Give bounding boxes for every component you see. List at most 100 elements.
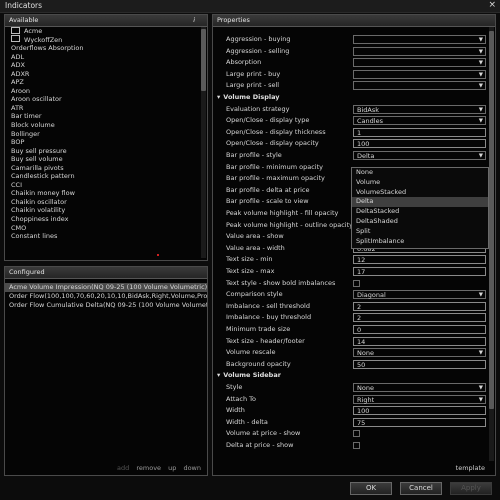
property-select[interactable]: Diagonal ▼ [353, 290, 486, 300]
available-item[interactable]: Choppiness index [7, 215, 199, 224]
chevron-down-icon: ▼ [478, 60, 483, 67]
available-item[interactable]: ADXR [7, 70, 199, 79]
title-bar: Indicators × [0, 0, 500, 13]
property-select[interactable]: ▼ [353, 81, 486, 91]
property-select[interactable]: None ▼ [353, 383, 486, 392]
dropdown-option[interactable]: DeltaShaded [352, 217, 488, 227]
property-input[interactable]: 50 [353, 359, 486, 369]
dropdown-option[interactable]: VolumeStacked [352, 188, 488, 198]
available-item[interactable]: Chaikin money flow [7, 189, 199, 198]
property-input[interactable]: 2 [353, 313, 486, 323]
properties-scrollbar[interactable] [489, 27, 494, 461]
dropdown-option[interactable]: Delta [352, 197, 488, 208]
dropdown-option[interactable]: Volume [352, 178, 488, 188]
up-link[interactable]: up [168, 464, 176, 472]
available-title: Available [9, 16, 39, 24]
dropdown-option[interactable]: SplitImbalance [352, 237, 488, 247]
available-item[interactable]: Buy sell volume [7, 155, 199, 164]
folder-icon [11, 27, 20, 34]
available-item[interactable]: Bar timer [7, 112, 199, 121]
configured-item[interactable]: Order Flow Cumulative Delta(NQ 09-25 (10… [5, 301, 207, 310]
property-input[interactable]: 1 [353, 127, 486, 137]
category-label: Volume Display [217, 93, 279, 101]
property-value: 50 [357, 360, 366, 369]
ok-button[interactable]: OK [350, 482, 392, 495]
info-icon[interactable]: i [193, 16, 195, 24]
property-checkbox[interactable] [353, 442, 360, 449]
property-category[interactable]: Volume Sidebar [213, 370, 483, 382]
property-category[interactable]: Volume Display [213, 92, 483, 104]
available-item[interactable]: CCI [7, 181, 199, 190]
available-header: Available i [5, 15, 207, 27]
window-title: Indicators [5, 1, 43, 10]
bar-profile-style-dropdown[interactable]: None Volume VolumeStacked Delta DeltaStacked… [351, 167, 489, 249]
template-link[interactable]: template [456, 464, 485, 472]
configured-item[interactable]: Order Flow(100,100,70,60,20,10,10,BidAsk… [5, 292, 207, 301]
available-item[interactable]: ADX [7, 61, 199, 70]
available-item[interactable]: Candlestick pattern [7, 172, 199, 181]
chevron-down-icon: ▼ [478, 385, 483, 391]
available-item[interactable]: APZ [7, 78, 199, 87]
property-input[interactable]: 0 [353, 325, 486, 334]
property-select[interactable]: ▼ [353, 69, 486, 79]
property-label: Bar profile - delta at price [226, 185, 310, 194]
property-label: Background opacity [226, 359, 291, 368]
available-scrollbar[interactable] [201, 27, 206, 258]
close-icon[interactable]: × [488, 0, 496, 10]
available-folder[interactable]: Acme [7, 27, 199, 36]
property-checkbox[interactable] [353, 430, 360, 438]
down-link[interactable]: down [183, 464, 201, 472]
property-select[interactable]: Candles ▼ [353, 116, 486, 126]
property-input[interactable]: 17 [353, 267, 486, 276]
property-row: Open/Close - display thickness 1 [213, 127, 486, 139]
dropdown-option[interactable]: DeltaStacked [352, 207, 488, 217]
available-item[interactable]: ATR [7, 104, 199, 113]
property-input[interactable]: 14 [353, 336, 486, 346]
property-row: Comparison style Diagonal ▼ [213, 289, 486, 301]
available-item[interactable]: Constant lines [7, 232, 199, 241]
available-item[interactable]: CMO [7, 224, 199, 233]
property-select[interactable]: Delta ▼ [353, 151, 486, 160]
configured-item[interactable]: Acme Volume Impression(NQ 09-25 (100 Vol… [5, 283, 207, 292]
available-item[interactable]: Aroon oscillator [7, 95, 199, 104]
apply-button[interactable]: Apply [450, 482, 492, 495]
property-select[interactable]: None ▼ [353, 348, 486, 358]
property-input[interactable]: 100 [353, 139, 486, 149]
property-input[interactable]: 75 [353, 417, 486, 427]
available-item[interactable]: Camarilla pivots [7, 164, 199, 173]
property-checkbox[interactable] [353, 279, 360, 287]
property-select[interactable]: ▼ [353, 58, 486, 68]
property-select[interactable]: ▼ [353, 46, 486, 56]
dropdown-option[interactable]: None [352, 168, 488, 178]
cancel-button[interactable]: Cancel [400, 482, 442, 495]
property-value: 100 [357, 407, 370, 416]
property-label: Absorption [226, 58, 262, 67]
property-select[interactable]: ▼ [353, 35, 486, 44]
remove-link[interactable]: remove [136, 464, 161, 472]
available-item[interactable]: ADL [7, 53, 199, 62]
available-item[interactable]: BOP [7, 138, 199, 147]
available-item[interactable]: Chaikin oscillator [7, 198, 199, 207]
available-item[interactable]: Buy sell pressure [7, 147, 199, 156]
property-label: Text size - max [226, 267, 275, 275]
red-dot-marker [157, 254, 159, 256]
property-select[interactable]: BidAsk ▼ [353, 104, 486, 114]
property-label: Peak volume highlight - outline opacity [226, 220, 354, 229]
property-value: Delta [357, 152, 375, 160]
available-item[interactable]: Chaikin volatility [7, 206, 199, 215]
property-row: Imbalance - buy threshold 2 [213, 312, 486, 324]
dropdown-option[interactable]: Split [352, 227, 488, 237]
available-item[interactable]: Orderflows Absorption [7, 44, 199, 53]
available-item[interactable]: Aroon [7, 87, 199, 96]
property-input[interactable]: 100 [353, 406, 486, 416]
available-item[interactable]: Block volume [7, 121, 199, 130]
property-input[interactable]: 2 [353, 301, 486, 311]
property-label: Volume rescale [226, 348, 276, 357]
property-select[interactable]: Right ▼ [353, 394, 486, 404]
property-label: Volume at price - show [226, 429, 301, 438]
available-item[interactable]: Bollinger [7, 130, 199, 139]
property-label: Text size - header/footer [226, 336, 305, 345]
property-input[interactable]: 12 [353, 255, 486, 265]
add-link[interactable]: add [117, 464, 129, 472]
available-folder[interactable]: WyckoffZen [7, 35, 199, 45]
